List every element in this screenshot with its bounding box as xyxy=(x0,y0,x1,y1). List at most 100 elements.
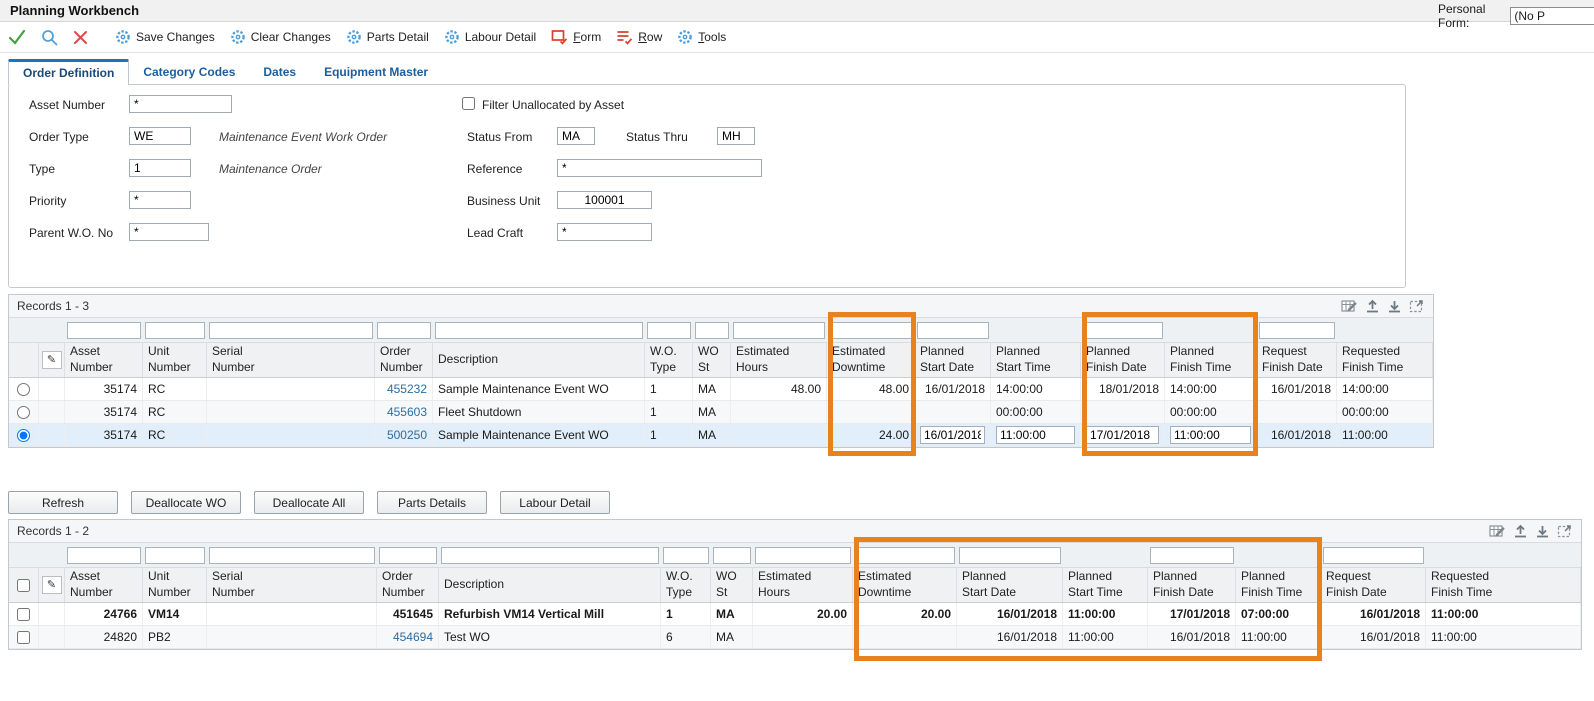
ok-button[interactable] xyxy=(8,29,26,45)
tab-dates[interactable]: Dates xyxy=(249,59,310,84)
column-header-order[interactable]: Order Number xyxy=(375,343,433,377)
filter-unallocated-checkbox[interactable] xyxy=(462,97,475,110)
column-header-rqdate[interactable]: Request Finish Date xyxy=(1257,343,1337,377)
export-up-icon[interactable] xyxy=(1513,524,1528,539)
order-number-link[interactable]: 500250 xyxy=(387,428,427,442)
customize-grid-icon[interactable] xyxy=(1489,524,1506,539)
column-header-pstime[interactable]: Planned Start Time xyxy=(991,343,1081,377)
column-header-unit[interactable]: Unit Number xyxy=(143,343,207,377)
column-header-desc[interactable]: Description xyxy=(439,568,661,602)
tab-category-codes[interactable]: Category Codes xyxy=(129,59,249,84)
row-menu[interactable]: Row xyxy=(616,29,662,45)
column-header-wost[interactable]: WO St xyxy=(693,343,731,377)
deallocate-wo-button[interactable]: Deallocate WO xyxy=(131,491,241,514)
column-header-order[interactable]: Order Number xyxy=(377,568,439,602)
column-header-estdwn[interactable]: Estimated Downtime xyxy=(827,343,915,377)
column-header-esthrs[interactable]: Estimated Hours xyxy=(753,568,853,602)
lead-craft-input[interactable] xyxy=(557,223,652,241)
filter-input-psdate[interactable] xyxy=(959,547,1061,564)
row-select-radio[interactable] xyxy=(17,429,30,442)
customize-grid-icon[interactable] xyxy=(1341,299,1358,314)
filter-input-psdate[interactable] xyxy=(917,322,989,339)
filter-input-wost[interactable] xyxy=(713,547,751,564)
business-unit-input[interactable] xyxy=(557,191,652,209)
filter-input-unit[interactable] xyxy=(145,547,205,564)
close-button[interactable] xyxy=(73,30,88,45)
status-from-input[interactable] xyxy=(557,127,595,145)
column-header-pfdate[interactable]: Planned Finish Date xyxy=(1148,568,1236,602)
column-header-rqdate[interactable]: Request Finish Date xyxy=(1321,568,1426,602)
find-button[interactable] xyxy=(41,29,58,46)
expand-grid-icon[interactable] xyxy=(1409,299,1425,314)
filter-input-estdwn[interactable] xyxy=(829,322,913,339)
filter-input-pfdate[interactable] xyxy=(1150,547,1234,564)
export-down-icon[interactable] xyxy=(1535,524,1550,539)
row-select-radio[interactable] xyxy=(17,383,30,396)
column-header-unit[interactable]: Unit Number xyxy=(143,568,207,602)
pfdate-input[interactable] xyxy=(1086,426,1159,444)
tab-order-definition[interactable]: Order Definition xyxy=(8,59,129,85)
column-header-rqtime[interactable]: Requested Finish Time xyxy=(1337,343,1433,377)
column-header-pfdate[interactable]: Planned Finish Date xyxy=(1081,343,1165,377)
psdate-input[interactable] xyxy=(920,426,985,444)
column-header-desc[interactable]: Description xyxy=(433,343,645,377)
filter-input-rqdate[interactable] xyxy=(1259,322,1335,339)
order-number-link[interactable]: 455603 xyxy=(387,405,427,419)
filter-input-estdwn[interactable] xyxy=(855,547,955,564)
status-thru-input[interactable] xyxy=(717,127,755,145)
row-select-radio[interactable] xyxy=(17,406,30,419)
order-number-link[interactable]: 455232 xyxy=(387,382,427,396)
filter-input-asset[interactable] xyxy=(67,322,141,339)
filter-input-order[interactable] xyxy=(377,322,431,339)
filter-input-wost[interactable] xyxy=(695,322,729,339)
export-up-icon[interactable] xyxy=(1365,299,1380,314)
column-header-psdate[interactable]: Planned Start Date xyxy=(957,568,1063,602)
deallocate-all-button[interactable]: Deallocate All xyxy=(254,491,364,514)
filter-input-rqdate[interactable] xyxy=(1323,547,1424,564)
column-header-pftime[interactable]: Planned Finish Time xyxy=(1236,568,1321,602)
filter-input-desc[interactable] xyxy=(435,322,643,339)
column-header-asset[interactable]: Asset Number xyxy=(65,568,143,602)
row-select-checkbox[interactable] xyxy=(17,608,30,621)
tab-equipment-master[interactable]: Equipment Master xyxy=(310,59,442,84)
pstime-input[interactable] xyxy=(996,426,1075,444)
column-header-estdwn[interactable]: Estimated Downtime xyxy=(853,568,957,602)
filter-input-esthrs[interactable] xyxy=(755,547,851,564)
parts-detail-button[interactable]: Parts Detail xyxy=(346,29,429,45)
parts-details-button[interactable]: Parts Details xyxy=(377,491,487,514)
clear-changes-button[interactable]: Clear Changes xyxy=(230,29,331,45)
expand-grid-icon[interactable] xyxy=(1557,524,1573,539)
filter-input-serial[interactable] xyxy=(209,322,373,339)
select-all-checkbox[interactable] xyxy=(17,579,30,592)
filter-input-desc[interactable] xyxy=(441,547,659,564)
pftime-input[interactable] xyxy=(1170,426,1251,444)
column-header-wotype[interactable]: W.O. Type xyxy=(661,568,711,602)
labour-detail-button[interactable]: Labour Detail xyxy=(500,491,610,514)
filter-input-esthrs[interactable] xyxy=(733,322,825,339)
column-header-asset[interactable]: Asset Number xyxy=(65,343,143,377)
column-header-serial[interactable]: Serial Number xyxy=(207,568,377,602)
filter-input-serial[interactable] xyxy=(209,547,375,564)
column-header-esthrs[interactable]: Estimated Hours xyxy=(731,343,827,377)
reference-input[interactable] xyxy=(557,159,762,177)
labour-detail-button[interactable]: Labour Detail xyxy=(444,29,536,45)
filter-input-wotype[interactable] xyxy=(663,547,709,564)
column-header-pftime[interactable]: Planned Finish Time xyxy=(1165,343,1257,377)
filter-input-unit[interactable] xyxy=(145,322,205,339)
tools-menu[interactable]: Tools xyxy=(677,29,726,45)
filter-input-asset[interactable] xyxy=(67,547,141,564)
form-menu[interactable]: Form xyxy=(551,29,601,45)
column-header-wotype[interactable]: W.O. Type xyxy=(645,343,693,377)
personal-form-select[interactable]: (No P xyxy=(1510,7,1594,25)
refresh-button[interactable]: Refresh xyxy=(8,491,118,514)
filter-input-pfdate[interactable] xyxy=(1083,322,1163,339)
order-number-link[interactable]: 454694 xyxy=(393,630,433,644)
filter-input-wotype[interactable] xyxy=(647,322,691,339)
column-header-psdate[interactable]: Planned Start Date xyxy=(915,343,991,377)
row-select-checkbox[interactable] xyxy=(17,631,30,644)
save-changes-button[interactable]: Save Changes xyxy=(115,29,215,45)
column-header-wost[interactable]: WO St xyxy=(711,568,753,602)
column-header-serial[interactable]: Serial Number xyxy=(207,343,375,377)
column-header-pstime[interactable]: Planned Start Time xyxy=(1063,568,1148,602)
column-header-rqtime[interactable]: Requested Finish Time xyxy=(1426,568,1581,602)
